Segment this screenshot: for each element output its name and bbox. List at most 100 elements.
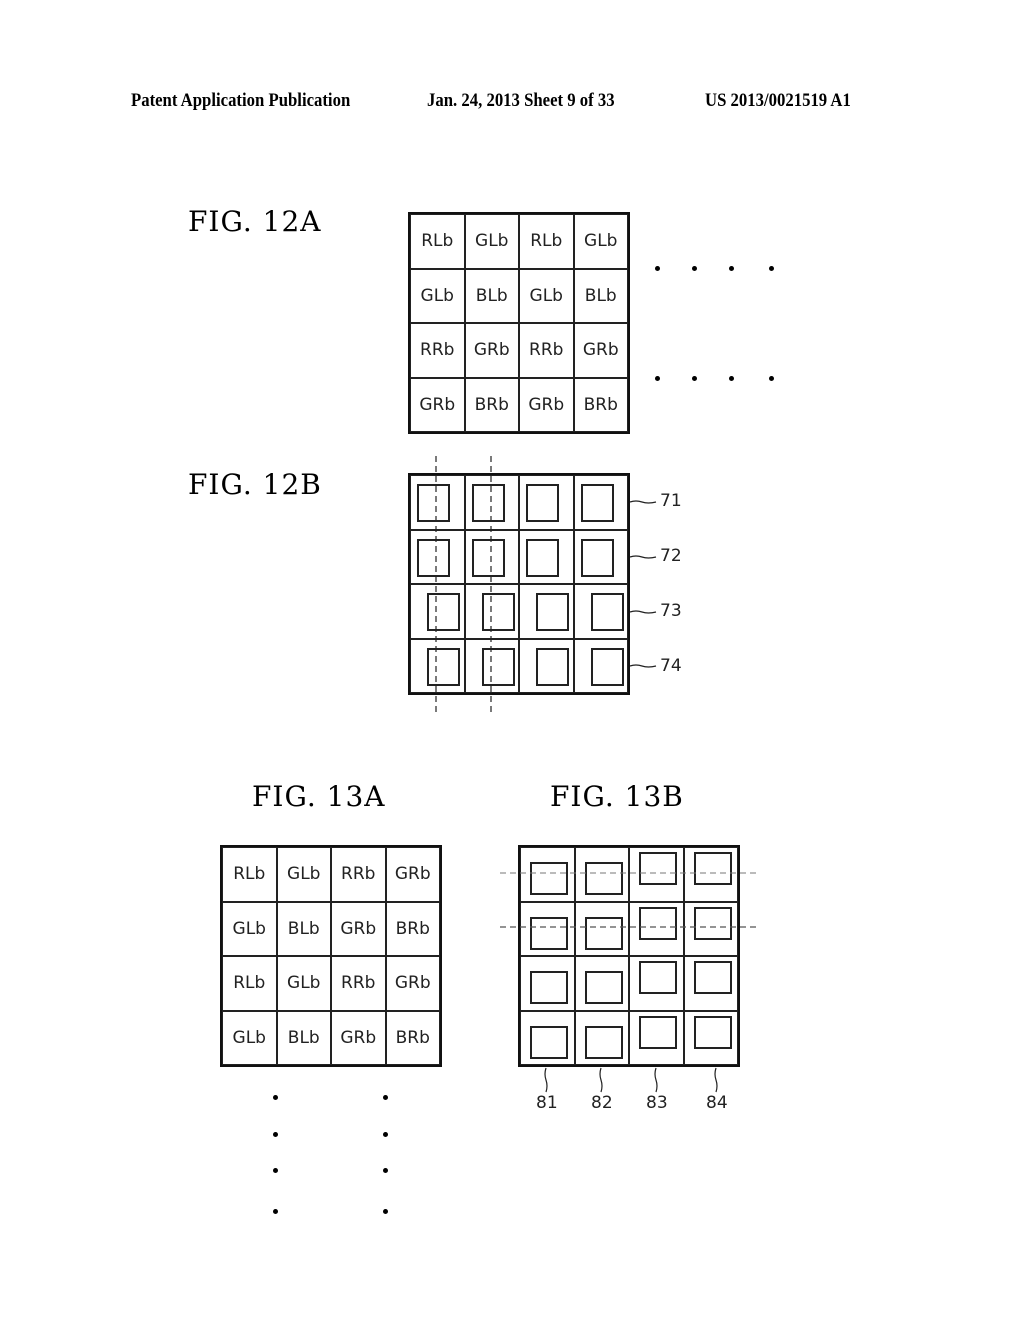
fig-13a-title: FIG. 13A — [252, 780, 386, 813]
grid-cell: RRb — [331, 956, 386, 1011]
pixel-cell — [573, 584, 628, 639]
fig-12a-title: FIG. 12A — [188, 205, 322, 238]
fig-12a-pixel-grid: RLb GLb RLb GLb GLb BLb GLb BLb RRb GRb RRb GRb GRb B… — [408, 212, 630, 434]
photodiode-region — [590, 647, 624, 686]
grid-cell: GLb — [410, 268, 465, 323]
ref-label-72: 72 — [660, 546, 682, 566]
ref-label-83: 83 — [646, 1093, 668, 1113]
leader-81 — [544, 1067, 548, 1093]
grid-cell: BRb — [385, 1010, 440, 1065]
leader-84 — [714, 1067, 718, 1093]
photodiode-region — [417, 538, 450, 577]
grid-cell: GRb — [410, 377, 465, 432]
photodiode-region — [526, 538, 559, 577]
grid-cell: GLb — [222, 901, 277, 956]
pixel-cell — [574, 1010, 629, 1065]
grid-cell: GRb — [573, 323, 628, 378]
ellipsis-dot — [273, 1095, 278, 1100]
photodiode-region — [639, 852, 677, 885]
leader-82 — [599, 1067, 603, 1093]
photodiode-region — [584, 971, 623, 1004]
photodiode-region — [584, 1025, 623, 1059]
pixel-cell — [464, 529, 519, 584]
pixel-cell — [520, 1010, 575, 1065]
grid-cell: GRb — [331, 1010, 386, 1065]
pixel-cell — [574, 956, 629, 1011]
photodiode-region — [536, 593, 569, 631]
pixel-cell — [410, 584, 465, 639]
photodiode-region — [417, 484, 450, 522]
ellipsis-dot — [769, 376, 774, 381]
photodiode-region — [481, 647, 515, 686]
pixel-cell — [683, 847, 738, 902]
grid-cell: GRb — [519, 377, 574, 432]
photodiode-region — [427, 593, 460, 631]
photodiode-region — [693, 1015, 732, 1049]
grid-cell: GLb — [276, 847, 331, 902]
ref-label-81: 81 — [536, 1093, 558, 1113]
pixel-cell — [519, 529, 574, 584]
fig-13b-title: FIG. 13B — [550, 780, 684, 813]
fig-13a-pixel-grid: RLb GLb RRb GRb GLb BLb GRb BRb RLb GLb RRb GRb GLb B… — [220, 845, 442, 1067]
photodiode-region — [693, 852, 732, 885]
grid-cell: BRb — [573, 377, 628, 432]
ref-label-74: 74 — [660, 656, 682, 676]
ellipsis-dot — [729, 376, 734, 381]
header-publication-type: Patent Application Publication — [131, 90, 351, 111]
fig-13b-pixel-grid — [518, 845, 740, 1067]
grid-cell: GRb — [385, 956, 440, 1011]
grid-cell: RRb — [331, 847, 386, 902]
photodiode-region — [584, 916, 623, 950]
pixel-cell — [464, 638, 519, 693]
header-date-sheet: Jan. 24, 2013 Sheet 9 of 33 — [427, 90, 615, 111]
grid-cell: BLb — [276, 1010, 331, 1065]
pixel-cell — [519, 475, 574, 530]
leader-74 — [629, 664, 657, 668]
ellipsis-dot — [383, 1132, 388, 1137]
grid-cell: RLb — [519, 214, 574, 269]
grid-cell: BRb — [464, 377, 519, 432]
grid-cell: GRb — [331, 901, 386, 956]
photodiode-region — [639, 906, 677, 940]
photodiode-region — [639, 961, 677, 994]
ellipsis-dot — [273, 1168, 278, 1173]
grid-cell: GLb — [519, 268, 574, 323]
pixel-cell — [683, 956, 738, 1011]
pixel-cell — [574, 847, 629, 902]
pixel-cell — [629, 847, 684, 902]
photodiode-region — [693, 906, 732, 940]
ellipsis-dot — [273, 1209, 278, 1214]
pixel-cell — [573, 638, 628, 693]
grid-cell: GLb — [464, 214, 519, 269]
photodiode-region — [536, 647, 569, 686]
ellipsis-dot — [655, 266, 660, 271]
pixel-cell — [629, 956, 684, 1011]
photodiode-region — [530, 971, 568, 1004]
ref-label-84: 84 — [706, 1093, 728, 1113]
photodiode-region — [530, 1025, 568, 1059]
header-patent-number: US 2013/0021519 A1 — [705, 90, 851, 111]
leader-71 — [629, 500, 657, 504]
photodiode-region — [471, 538, 505, 577]
ellipsis-dot — [655, 376, 660, 381]
grid-cell: BLb — [573, 268, 628, 323]
grid-cell: GRb — [464, 323, 519, 378]
ellipsis-dot — [383, 1209, 388, 1214]
pixel-cell — [683, 1010, 738, 1065]
ref-label-82: 82 — [591, 1093, 613, 1113]
photodiode-region — [590, 593, 624, 631]
pixel-cell — [629, 1010, 684, 1065]
pixel-cell — [519, 584, 574, 639]
pixel-cell — [574, 901, 629, 956]
pixel-cell — [683, 901, 738, 956]
ref-label-73: 73 — [660, 601, 682, 621]
leader-72 — [629, 555, 657, 559]
pixel-cell — [410, 638, 465, 693]
photodiode-region — [580, 538, 614, 577]
pixel-cell — [520, 901, 575, 956]
ellipsis-dot — [383, 1168, 388, 1173]
fig-12b-pixel-grid — [408, 473, 630, 695]
grid-cell: RLb — [222, 956, 277, 1011]
ellipsis-dot — [692, 376, 697, 381]
grid-cell: GLb — [573, 214, 628, 269]
